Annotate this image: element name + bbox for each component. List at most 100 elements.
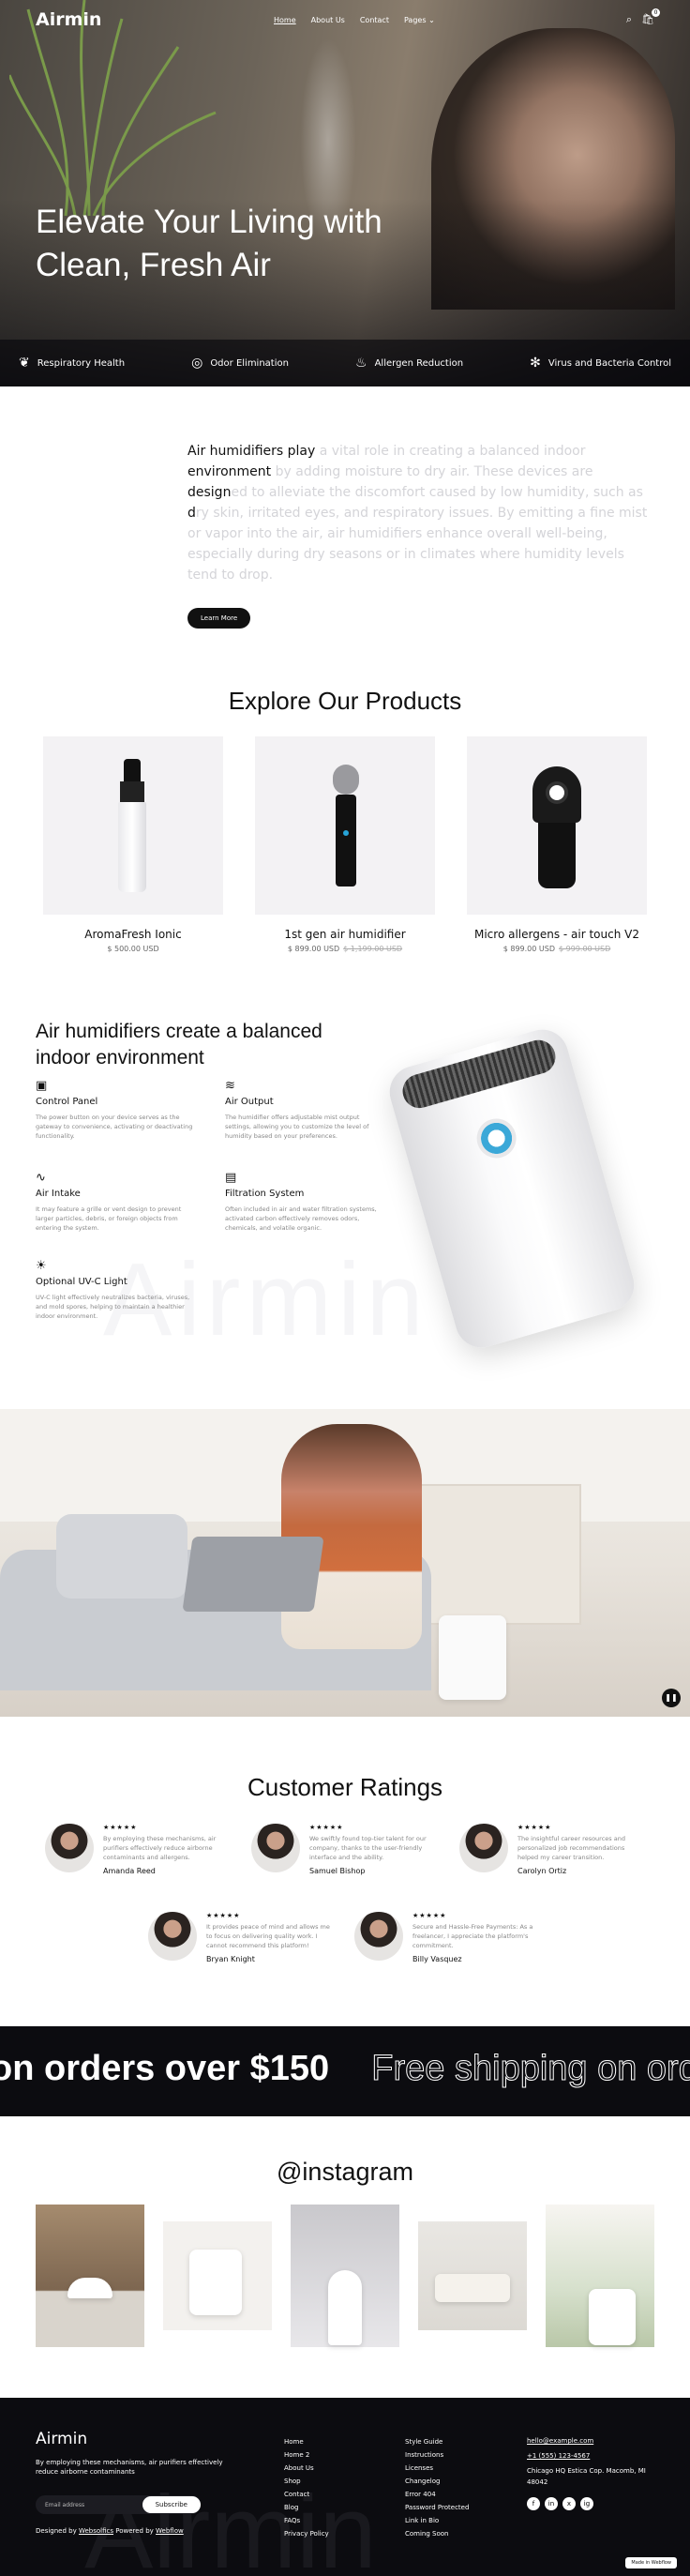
avatar	[251, 1824, 300, 1872]
feature-respiratory-health: ❦ Respiratory Health	[19, 356, 126, 371]
hero-title: Elevate Your Living with Clean, Fresh Ai…	[36, 204, 382, 283]
lungs-icon: ❦	[19, 356, 30, 371]
instagram-post[interactable]	[163, 2221, 272, 2330]
footer-link[interactable]: Home	[284, 2435, 329, 2448]
avatar	[148, 1912, 197, 1961]
footer-credit: Designed by Websolfics Powered by Webflo…	[36, 2527, 184, 2535]
cart-count-badge: 0	[652, 8, 660, 17]
reviewer-name: Carolyn Ortiz	[518, 1867, 567, 1875]
laptop-image	[182, 1537, 324, 1612]
features-section: Airmin Air humidifiers create a balanced…	[0, 1006, 690, 1409]
intro-section: Air humidifiers play a vital role in cre…	[0, 386, 690, 687]
spec-air-intake: ∿ Air Intake It may feature a grille or …	[36, 1171, 195, 1233]
filter-icon: ▤	[225, 1171, 237, 1185]
product-image[interactable]	[255, 736, 435, 915]
product-grid: AromaFresh Ionic $ 500.00 USD 1st gen ai…	[0, 736, 690, 953]
footer-link[interactable]: Licenses	[405, 2462, 469, 2475]
facebook-icon[interactable]: f	[527, 2497, 540, 2510]
footer-link[interactable]: Instructions	[405, 2448, 469, 2462]
contact-phone[interactable]: +1 (555) 123-4567	[527, 2452, 590, 2460]
nav-link-contact[interactable]: Contact	[360, 16, 389, 24]
product-card[interactable]: 1st gen air humidifier $ 899.00 USD $ 1,1…	[255, 736, 435, 953]
review-card: ★★★★★ By employing these mechanisms, air…	[45, 1824, 232, 1875]
footer-link[interactable]: Privacy Policy	[284, 2527, 329, 2540]
reviewer-name: Samuel Bishop	[309, 1867, 366, 1875]
product-name[interactable]: Micro allergens - air touch V2	[467, 928, 647, 941]
star-rating: ★★★★★	[103, 1824, 138, 1831]
footer-link[interactable]: Home 2	[284, 2448, 329, 2462]
hero-features-bar: ❦ Respiratory Health ◎ Odor Elimination ♨ A…	[0, 340, 690, 386]
star-rating: ★★★★★	[309, 1824, 344, 1831]
designer-link[interactable]: Websolfics	[79, 2527, 113, 2535]
footer-link[interactable]: Coming Soon	[405, 2527, 469, 2540]
feature-allergen-reduction: ♨ Allergen Reduction	[355, 356, 464, 371]
contact-email[interactable]: hello@example.com	[527, 2437, 593, 2445]
product-old-price: $ 999.00 USD	[559, 945, 611, 953]
product-name[interactable]: AromaFresh Ionic	[43, 928, 223, 941]
avatar	[354, 1912, 403, 1961]
footer-link[interactable]: Link in Bio	[405, 2514, 469, 2527]
hero-section: Airmin Home About Us Contact Pages ⌄ ⌕ 🛍…	[0, 0, 690, 386]
footer-link[interactable]: Shop	[284, 2475, 329, 2488]
instagram-title[interactable]: @instagram	[0, 2158, 690, 2187]
nav-link-about[interactable]: About Us	[311, 16, 345, 24]
footer-links-main: Home Home 2 About Us Shop Contact Blog F…	[284, 2435, 329, 2540]
footer-link[interactable]: Error 404	[405, 2488, 469, 2501]
nav-link-home[interactable]: Home	[274, 16, 296, 24]
feature-odor-elimination: ◎ Odor Elimination	[191, 356, 289, 371]
feature-virus-control: ✻ Virus and Bacteria Control	[530, 356, 671, 371]
humidifier-wand-image	[332, 765, 360, 886]
nav-link-pages[interactable]: Pages ⌄	[404, 16, 435, 24]
email-field[interactable]: Email address	[45, 2502, 84, 2508]
x-icon[interactable]: x	[562, 2497, 576, 2510]
footer-link[interactable]: Password Protected	[405, 2501, 469, 2514]
panel-icon: ▣	[36, 1079, 48, 1093]
star-rating: ★★★★★	[518, 1824, 552, 1831]
instagram-gallery	[36, 2205, 654, 2347]
cart-button[interactable]: 🛍 0	[641, 8, 660, 26]
footer-logo[interactable]: Airmin	[36, 2430, 87, 2448]
product-card[interactable]: Micro allergens - air touch V2 $ 899.00 …	[467, 736, 647, 953]
product-image[interactable]	[43, 736, 223, 915]
footer-link[interactable]: Blog	[284, 2501, 329, 2514]
instagram-post[interactable]	[291, 2205, 399, 2347]
made-in-webflow-badge[interactable]: Made in Webflow	[625, 2557, 677, 2568]
avatar	[45, 1824, 94, 1872]
sun-icon: ☀	[36, 1259, 47, 1273]
reviewer-name: Amanda Reed	[103, 1867, 156, 1875]
footer-link[interactable]: Contact	[284, 2488, 329, 2501]
search-icon[interactable]: ⌕	[626, 13, 632, 26]
learn-more-button[interactable]: Learn More	[188, 608, 251, 629]
product-price: $ 500.00 USD	[107, 945, 159, 953]
instagram-post[interactable]	[418, 2221, 527, 2330]
reviewer-name: Bryan Knight	[206, 1955, 255, 1963]
marquee-text-outline: Free shipping on orders	[371, 2049, 690, 2089]
instagram-post[interactable]	[546, 2205, 654, 2347]
platform-link[interactable]: Webflow	[156, 2527, 184, 2535]
footer-link[interactable]: FAQs	[284, 2514, 329, 2527]
chevron-down-icon: ⌄	[428, 15, 435, 24]
footer-link[interactable]: Changelog	[405, 2475, 469, 2488]
subscribe-button[interactable]: Subscribe	[142, 2496, 201, 2513]
footer-watermark: Airmin	[84, 2475, 377, 2576]
star-rating: ★★★★★	[206, 1912, 241, 1919]
linkedin-icon[interactable]: in	[545, 2497, 558, 2510]
instagram-section: @instagram	[0, 2116, 690, 2398]
instagram-icon[interactable]: ig	[580, 2497, 593, 2510]
fan-icon: ✻	[530, 356, 541, 371]
product-name[interactable]: 1st gen air humidifier	[255, 928, 435, 941]
logo[interactable]: Airmin	[36, 9, 101, 30]
wind-icon: ≋	[225, 1079, 235, 1093]
marquee-track: on orders over $150 Free shipping on ord…	[0, 2049, 690, 2089]
contact-address: Chicago HQ Estica Cop. Macomb, MI 48042	[527, 2467, 646, 2486]
instagram-post[interactable]	[36, 2205, 144, 2347]
footer: Airmin Airmin By employing these mechani…	[0, 2398, 690, 2576]
nav-icons: ⌕ 🛍 0	[626, 8, 660, 26]
product-card[interactable]: AromaFresh Ionic $ 500.00 USD	[43, 736, 223, 953]
air-touch-tower-image	[532, 766, 581, 888]
footer-link[interactable]: Style Guide	[405, 2435, 469, 2448]
product-image[interactable]	[467, 736, 647, 915]
footer-link[interactable]: About Us	[284, 2462, 329, 2475]
pause-icon[interactable]: ❚❚	[662, 1689, 681, 1707]
airflow-icon: ∿	[36, 1171, 46, 1185]
